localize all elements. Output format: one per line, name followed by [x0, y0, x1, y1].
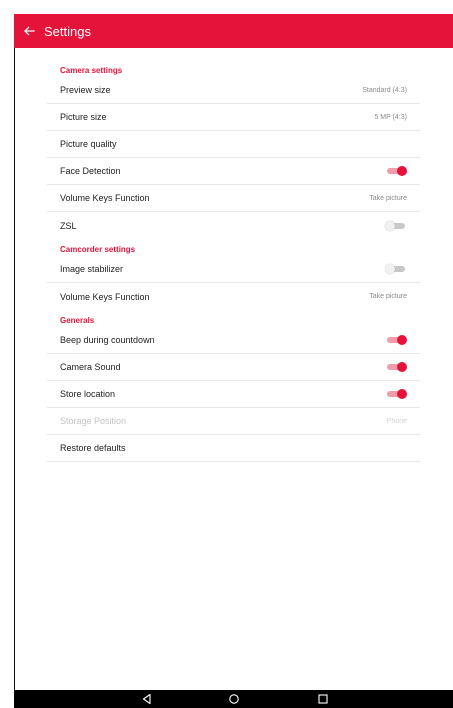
setting-label: Preview size	[60, 85, 111, 95]
arrow-left-icon	[24, 26, 35, 36]
toggle-switch[interactable]	[385, 165, 407, 177]
left-margin	[0, 0, 14, 708]
settings-list: Camera settings Preview size Standard (4:3…	[47, 60, 420, 462]
nav-back-button[interactable]	[140, 693, 154, 705]
section-header: Generals	[60, 316, 95, 325]
setting-value: Take picture	[369, 293, 407, 300]
setting-row-beep-during-countdown[interactable]: Beep during countdown	[47, 327, 420, 354]
setting-label: Volume Keys Function	[60, 193, 150, 203]
nav-home-button[interactable]	[227, 693, 241, 705]
toggle-switch[interactable]	[385, 334, 407, 346]
setting-label: Camera Sound	[60, 362, 121, 372]
toggle-thumb	[397, 166, 407, 176]
toggle-switch[interactable]	[385, 263, 407, 275]
setting-row-store-location[interactable]: Store location	[47, 381, 420, 408]
toggle-thumb	[397, 362, 407, 372]
navigation-bar	[14, 690, 453, 708]
setting-row-camera-sound[interactable]: Camera Sound	[47, 354, 420, 381]
setting-row-zsl[interactable]: ZSL	[47, 212, 420, 239]
section-header: Camera settings	[60, 66, 123, 75]
setting-label: Image stabilizer	[60, 264, 124, 274]
setting-row-volume-keys-function[interactable]: Volume Keys Function Take picture	[47, 283, 420, 310]
setting-label: Restore defaults	[60, 443, 126, 453]
setting-row-face-detection[interactable]: Face Detection	[47, 158, 420, 185]
setting-label: Face Detection	[60, 166, 121, 176]
setting-label: Store location	[60, 389, 116, 399]
setting-row-picture-quality[interactable]: Picture quality	[47, 131, 420, 158]
app-bar: Settings	[14, 14, 453, 48]
toggle-thumb	[385, 264, 395, 274]
status-bar	[14, 0, 453, 14]
setting-row-preview-size[interactable]: Preview size Standard (4:3)	[47, 77, 420, 104]
toggle-thumb	[397, 335, 407, 345]
setting-value: Standard (4:3)	[362, 86, 407, 94]
circle-home-icon	[229, 694, 239, 704]
toggle-thumb	[397, 389, 407, 399]
setting-label: Volume Keys Function	[60, 291, 150, 302]
setting-label: Picture size	[60, 112, 107, 122]
nav-recents-button[interactable]	[316, 693, 330, 705]
setting-value: 5 MP (4:3)	[374, 113, 407, 121]
toggle-switch[interactable]	[385, 361, 407, 373]
setting-row-storage-position: Storage Position Phone	[47, 408, 420, 435]
setting-label: Storage Position	[60, 416, 127, 426]
setting-value: Take picture	[369, 194, 407, 202]
back-button[interactable]	[14, 14, 44, 48]
triangle-back-icon	[142, 693, 151, 705]
page-title: Settings	[44, 23, 91, 39]
square-recents-icon	[318, 694, 328, 704]
setting-row-restore-defaults[interactable]: Restore defaults	[47, 435, 420, 462]
setting-value: Phone	[386, 417, 407, 425]
setting-row-image-stabilizer[interactable]: Image stabilizer	[47, 256, 420, 283]
toggle-thumb	[385, 220, 395, 231]
setting-row-volume-keys-function[interactable]: Volume Keys Function Take picture	[47, 185, 420, 212]
section-header: Camcorder settings	[60, 245, 136, 254]
setting-label: Picture quality	[60, 139, 117, 149]
setting-row-picture-size[interactable]: Picture size 5 MP (4:3)	[47, 104, 420, 131]
setting-label: ZSL	[60, 220, 77, 231]
toggle-switch[interactable]	[385, 388, 407, 400]
setting-label: Beep during countdown	[60, 335, 155, 345]
settings-screen: Settings Camera settings Preview size Stan…	[0, 0, 453, 708]
toggle-switch[interactable]	[385, 220, 407, 232]
